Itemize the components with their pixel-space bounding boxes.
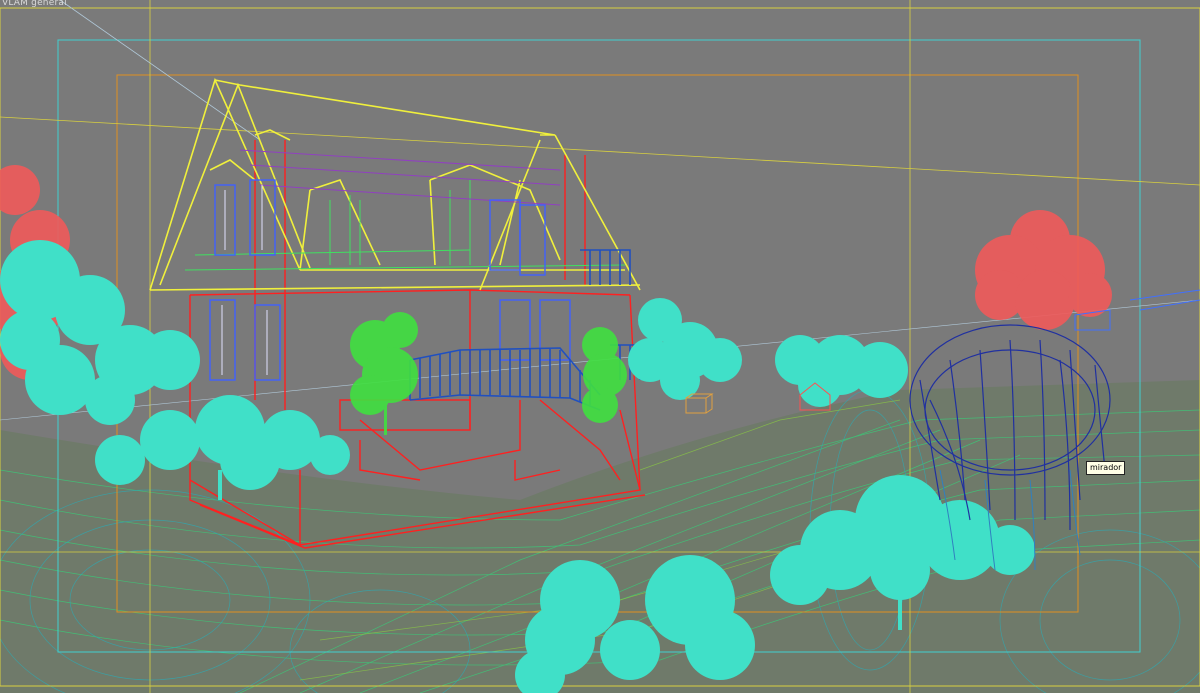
viewport[interactable]: VLAM general mirador: [0, 0, 1200, 693]
scene-wireframe: [0, 0, 1200, 693]
object-tooltip: mirador: [1086, 461, 1126, 475]
viewport-label[interactable]: VLAM general: [2, 0, 67, 8]
tree-cyan-right: [775, 335, 908, 407]
tree-green-1: [350, 312, 418, 435]
tree-green-2: [582, 327, 627, 423]
tree-cyan-center: [628, 298, 742, 400]
tree-cyan-left: [0, 240, 200, 425]
tree-red-right: [975, 210, 1112, 330]
